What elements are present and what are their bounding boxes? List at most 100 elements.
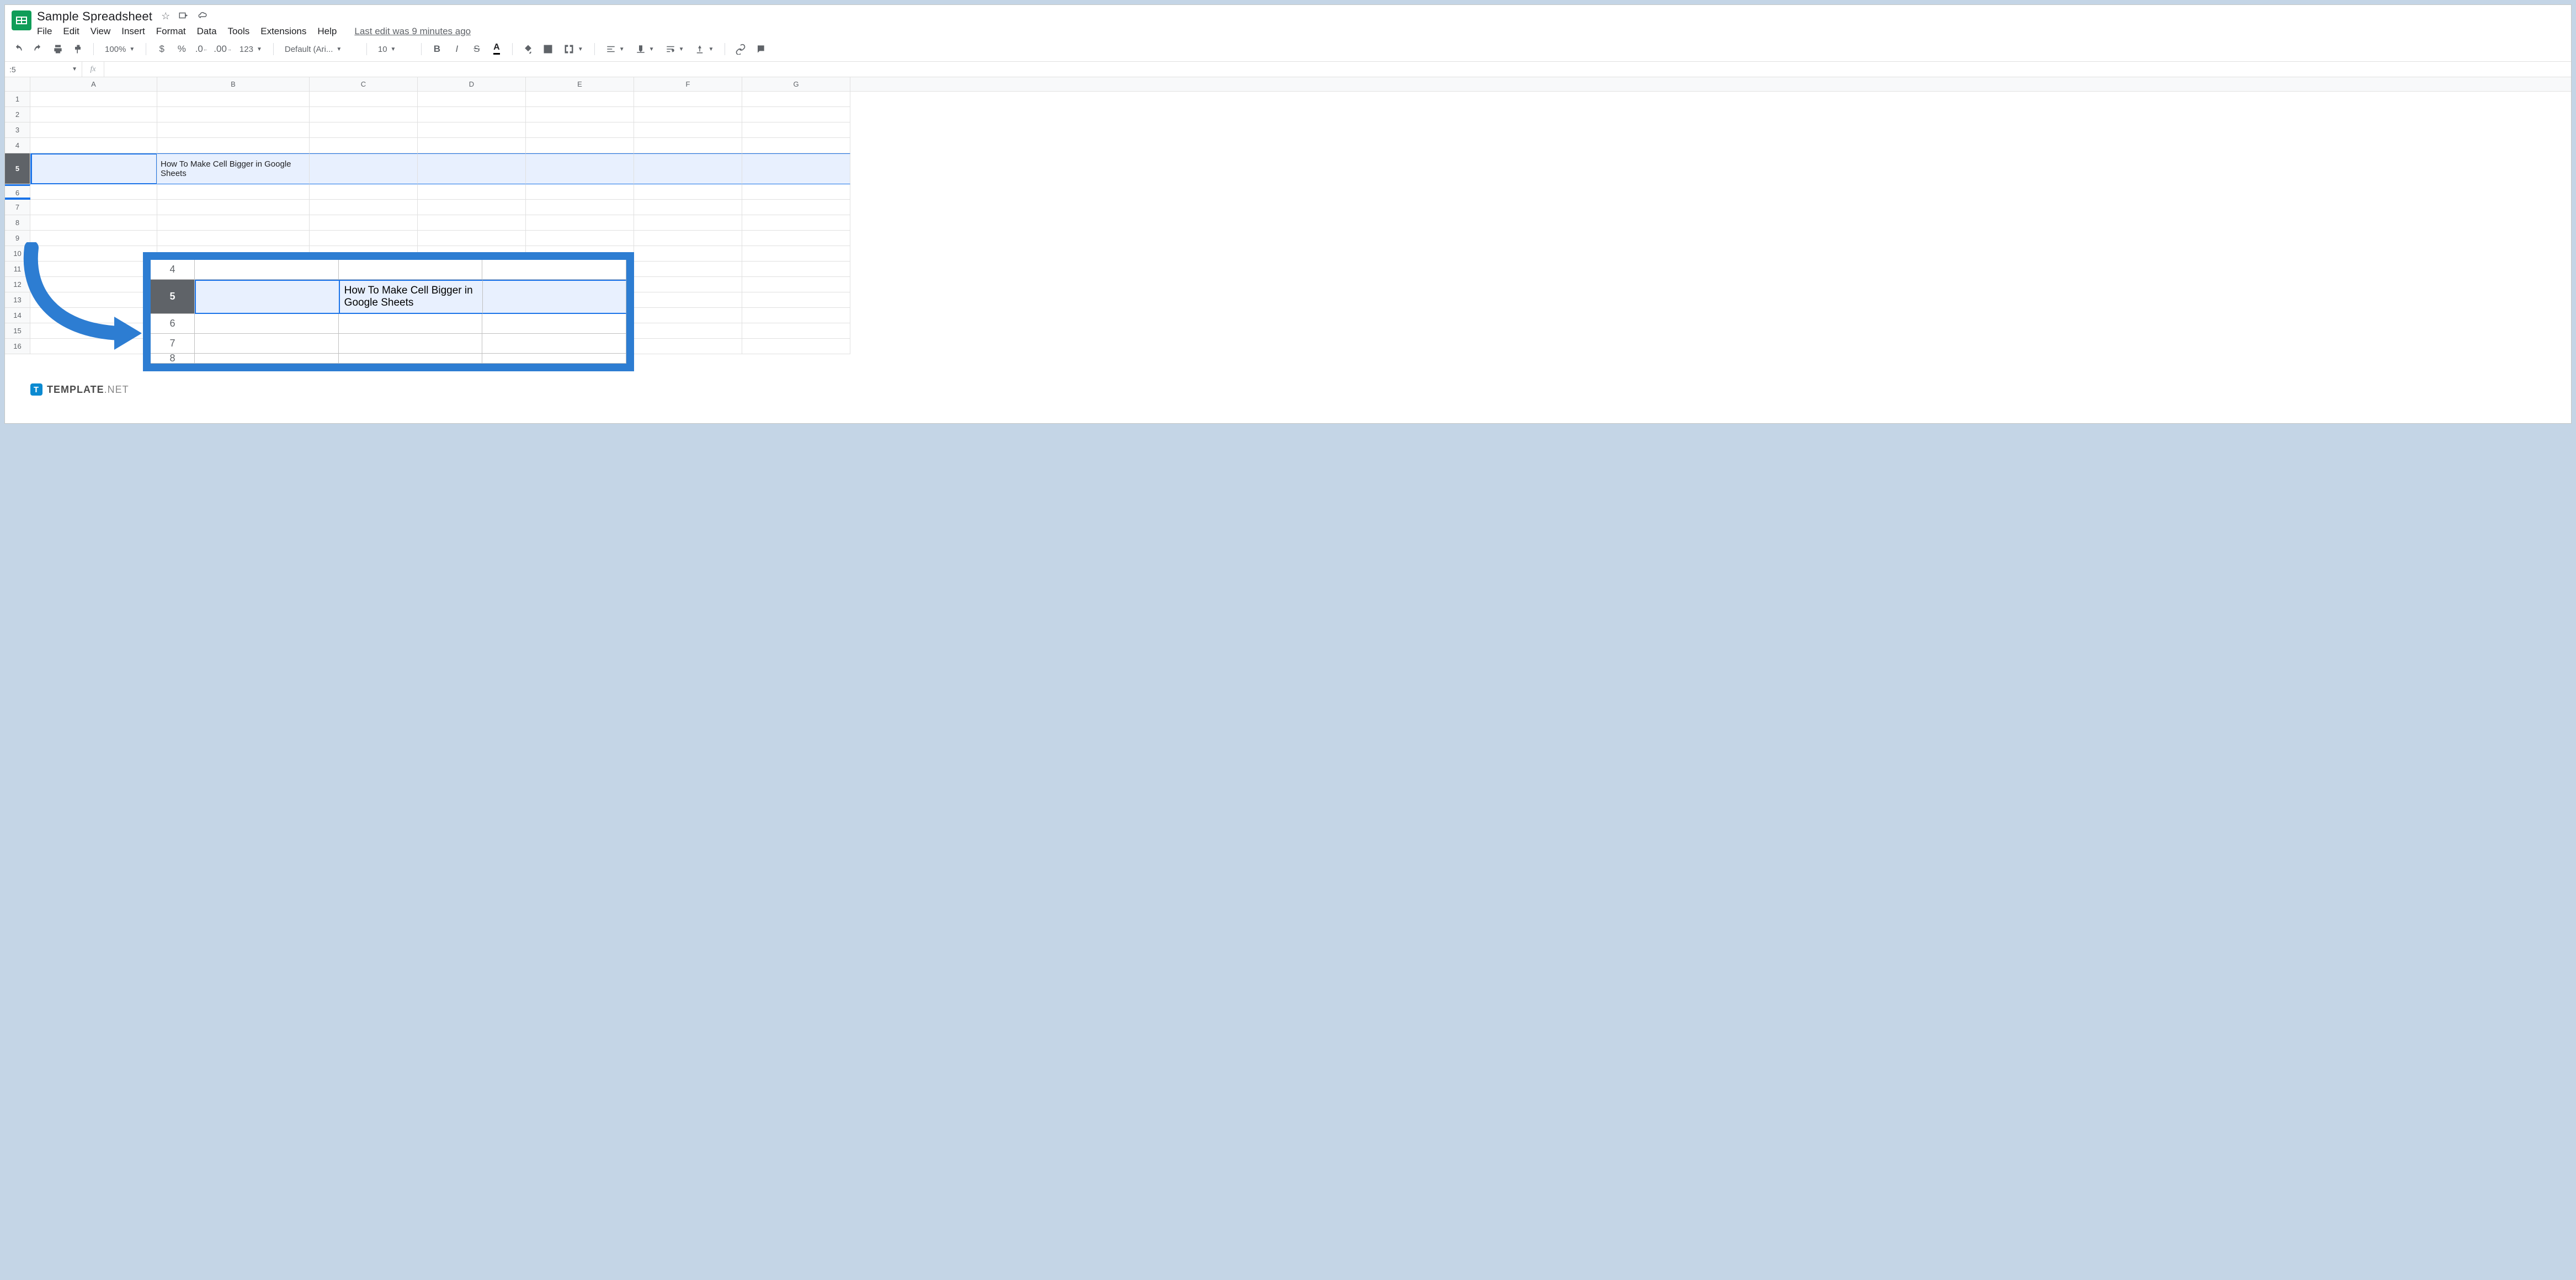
grid-cell[interactable] [526,231,634,246]
column-header-D[interactable]: D [418,77,526,91]
grid-cell[interactable] [634,339,742,354]
grid-cell[interactable] [157,107,310,122]
grid-cell[interactable] [526,200,634,215]
grid-cell[interactable] [30,138,157,153]
merge-cells-dropdown[interactable]: ▼ [560,41,587,57]
menu-format[interactable]: Format [156,26,186,37]
grid-cell[interactable] [30,107,157,122]
row-header[interactable]: 2 [5,107,30,122]
grid-cell[interactable] [418,138,526,153]
grid-cell[interactable] [634,92,742,107]
font-dropdown[interactable]: Default (Ari...▼ [281,41,359,57]
grid-cell[interactable] [526,138,634,153]
grid-cell[interactable] [310,92,418,107]
grid-cell[interactable] [634,277,742,292]
menu-view[interactable]: View [91,26,111,37]
redo-button[interactable] [30,41,46,57]
grid-cell[interactable] [310,107,418,122]
grid-cell[interactable] [526,107,634,122]
more-formats-dropdown[interactable]: 123▼ [236,41,265,57]
format-currency-button[interactable]: $ [154,41,169,57]
menu-file[interactable]: File [37,26,52,37]
grid-cell[interactable] [742,153,850,184]
grid-cell[interactable] [30,122,157,138]
star-icon[interactable]: ☆ [161,10,170,23]
column-header-C[interactable]: C [310,77,418,91]
grid-cell[interactable] [310,122,418,138]
app-logo[interactable] [10,9,33,31]
grid-cell[interactable] [418,153,526,184]
grid-cell[interactable] [742,184,850,200]
grid-cell[interactable] [742,122,850,138]
move-icon[interactable] [178,10,189,23]
grid-cell[interactable] [418,184,526,200]
grid-cell[interactable] [742,323,850,339]
grid-cell[interactable] [526,215,634,231]
horizontal-align-dropdown[interactable]: ▼ [603,41,628,57]
row-header[interactable]: 8 [5,215,30,231]
grid-cell[interactable] [310,231,418,246]
text-color-button[interactable]: A [489,41,504,57]
column-header-E[interactable]: E [526,77,634,91]
grid-cell[interactable] [310,184,418,200]
grid-cell[interactable] [418,122,526,138]
grid-cell[interactable] [310,200,418,215]
row-header[interactable]: 4 [5,138,30,153]
decrease-decimal-button[interactable]: .0← [194,41,209,57]
grid-cell[interactable] [30,92,157,107]
grid-cell[interactable] [742,339,850,354]
document-title[interactable]: Sample Spreadsheet [37,9,152,24]
grid-cell[interactable] [418,231,526,246]
grid-cell[interactable] [742,92,850,107]
menu-edit[interactable]: Edit [63,26,79,37]
menu-data[interactable]: Data [197,26,217,37]
grid-cell[interactable] [742,215,850,231]
grid-cell[interactable] [526,153,634,184]
grid-cell[interactable] [742,292,850,308]
cloud-icon[interactable] [196,10,209,23]
fill-color-button[interactable] [520,41,536,57]
grid-cell[interactable] [418,200,526,215]
grid-cell[interactable] [634,200,742,215]
grid-cell[interactable] [157,215,310,231]
grid-cell[interactable] [157,92,310,107]
grid-cell[interactable] [157,184,310,200]
paint-format-button[interactable] [70,41,86,57]
formula-input[interactable] [104,62,2571,77]
grid-cell[interactable] [742,231,850,246]
menu-help[interactable]: Help [317,26,337,37]
grid-cell[interactable] [742,107,850,122]
grid-cell[interactable] [634,107,742,122]
grid-cell[interactable] [30,200,157,215]
select-all-corner[interactable] [5,77,30,91]
format-percent-button[interactable]: % [174,41,189,57]
grid-cell[interactable] [634,308,742,323]
grid-cell[interactable] [526,92,634,107]
grid-cell[interactable] [310,138,418,153]
row-header[interactable]: 6 [5,184,30,200]
insert-link-button[interactable] [733,41,748,57]
borders-button[interactable] [540,41,556,57]
insert-comment-button[interactable] [753,41,768,57]
grid-cell[interactable] [742,138,850,153]
grid-cell[interactable] [418,107,526,122]
vertical-align-dropdown[interactable]: ▼ [632,41,658,57]
column-header-F[interactable]: F [634,77,742,91]
grid-cell[interactable] [310,215,418,231]
menu-extensions[interactable]: Extensions [260,26,306,37]
strikethrough-button[interactable]: S [469,41,485,57]
grid-cell[interactable] [157,200,310,215]
grid-cell[interactable] [418,215,526,231]
grid-cell[interactable] [634,122,742,138]
last-edit-link[interactable]: Last edit was 9 minutes ago [354,26,471,37]
column-header-A[interactable]: A [30,77,157,91]
name-box[interactable]: :5▼ [5,62,82,77]
grid-cell[interactable] [742,308,850,323]
row-header[interactable]: 7 [5,200,30,215]
grid-cell[interactable] [634,323,742,339]
row-header[interactable]: 5 [5,153,30,184]
grid-cell[interactable] [30,215,157,231]
column-header-G[interactable]: G [742,77,850,91]
grid-cell[interactable] [634,215,742,231]
row-header[interactable]: 3 [5,122,30,138]
